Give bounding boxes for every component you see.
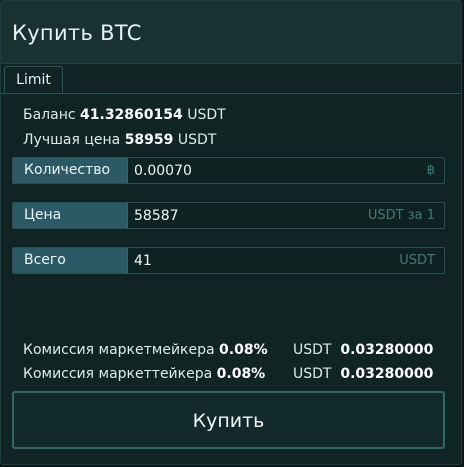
taker-fee-label: Комиссия маркеттейкера	[23, 366, 213, 382]
maker-fee-label: Комиссия маркетмейкера	[23, 342, 215, 358]
bitcoin-icon: ฿	[426, 163, 435, 178]
price-input[interactable]	[130, 203, 384, 228]
taker-fee-row: Комиссия маркеттейкера 0.08% USDT 0.0328…	[23, 366, 447, 382]
balance-row: Баланс 41.32860154 USDT	[23, 107, 226, 123]
maker-fee-rate: 0.08%	[219, 342, 268, 358]
taker-fee-rate: 0.08%	[216, 366, 266, 382]
balance-label: Баланс	[23, 107, 76, 123]
best-price-unit: USDT	[177, 132, 217, 148]
panel-header: Купить BTC	[1, 1, 461, 64]
maker-fee-amount: 0.03280000	[340, 342, 434, 358]
tab-limit[interactable]: Limit	[4, 66, 63, 93]
buy-panel: Купить BTC Limit Баланс 41.32860154 USDT…	[0, 0, 462, 465]
balance-value: 41.32860154	[80, 107, 183, 123]
balance-unit: USDT	[187, 107, 226, 123]
tab-divider	[1, 93, 461, 94]
panel-title: Купить BTC	[12, 21, 142, 45]
price-field: Цена USDT за 1	[12, 202, 445, 229]
amount-input[interactable]	[130, 158, 384, 183]
total-input[interactable]	[130, 248, 384, 273]
total-label: Всего	[13, 248, 128, 273]
price-label: Цена	[13, 203, 128, 228]
amount-field: Количество ฿	[12, 157, 445, 184]
best-price-value: 58959	[124, 132, 174, 148]
taker-fee-amount: 0.03280000	[340, 366, 434, 382]
total-unit: USDT	[399, 253, 435, 268]
buy-button[interactable]: Купить	[12, 391, 445, 449]
maker-fee-row: Комиссия маркетмейкера 0.08% USDT 0.0328…	[23, 342, 447, 358]
best-price-label: Лучшая цена	[23, 132, 121, 148]
amount-label: Количество	[13, 158, 128, 183]
best-price-row: Лучшая цена 58959 USDT	[23, 132, 216, 148]
price-unit: USDT за 1	[367, 208, 435, 223]
taker-fee-currency: USDT	[293, 366, 332, 382]
maker-fee-currency: USDT	[293, 342, 332, 358]
total-field: Всего USDT	[12, 247, 445, 274]
